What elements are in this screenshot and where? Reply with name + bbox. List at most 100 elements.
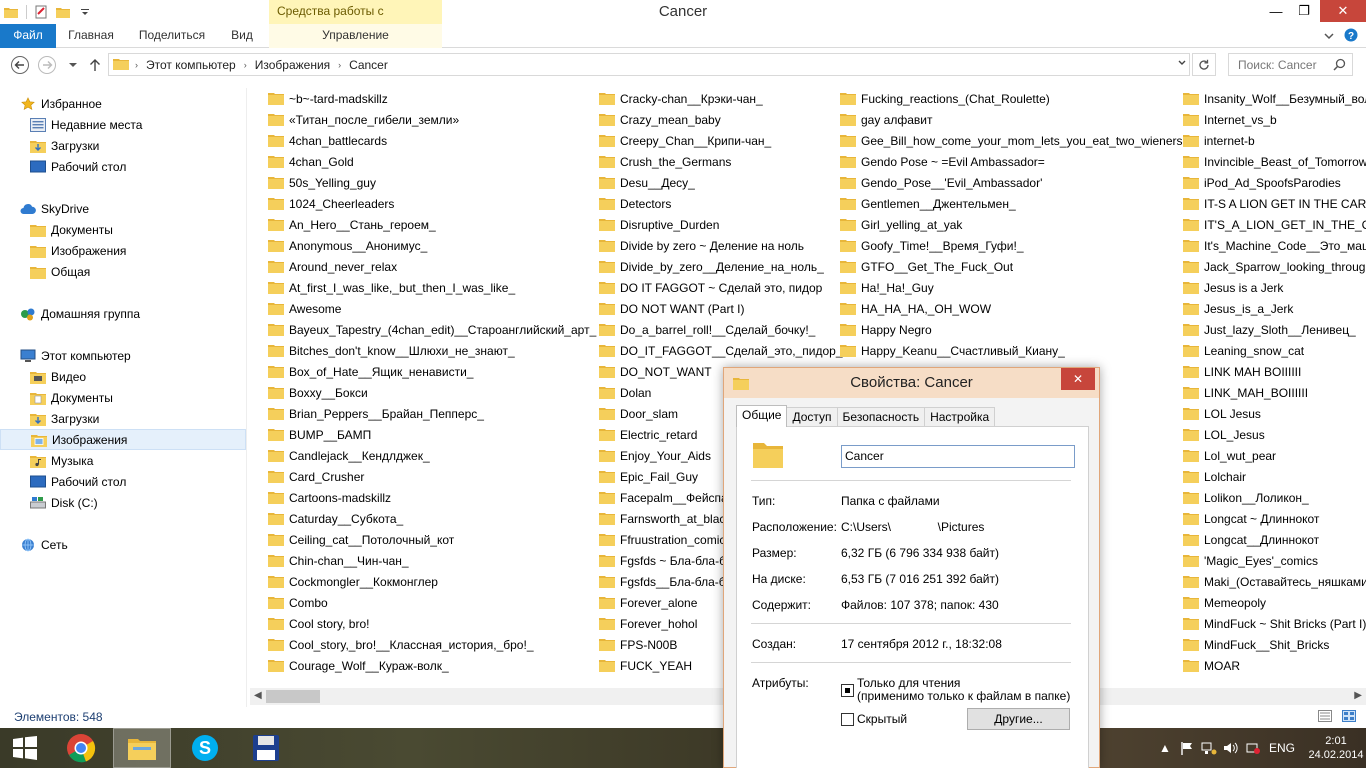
folder-item[interactable]: Around_never_relax: [268, 256, 608, 277]
folder-item[interactable]: Jesus_is_a_Jerk: [1183, 298, 1366, 319]
other-attributes-button[interactable]: Другие...: [967, 708, 1070, 730]
nav-videos[interactable]: Видео: [30, 366, 86, 387]
folder-item[interactable]: «Титан_после_гибели_земли»: [268, 109, 608, 130]
breadcrumb-pictures[interactable]: Изображения: [249, 58, 336, 72]
nav-downloads[interactable]: Загрузки: [30, 135, 99, 156]
folder-item[interactable]: Bitches_don't_know__Шлюхи_не_знают_: [268, 340, 608, 361]
folder-item[interactable]: ~b~-tard-madskillz: [268, 88, 608, 109]
details-view-icon[interactable]: [1318, 710, 1332, 725]
folder-item[interactable]: Cockmongler__Кокмонглер: [268, 571, 608, 592]
folder-item[interactable]: Invincible_Beast_of_Tomorrow: [1183, 151, 1366, 172]
folder-item[interactable]: Jesus is a Jerk: [1183, 277, 1366, 298]
nav-documents[interactable]: Документы: [30, 387, 113, 408]
tab-security[interactable]: Безопасность: [836, 407, 926, 427]
language-indicator[interactable]: ENG: [1264, 741, 1300, 755]
action-center-flag-icon[interactable]: [1176, 741, 1198, 755]
folder-item[interactable]: Longcat__Длиннокот: [1183, 529, 1366, 550]
new-folder-icon[interactable]: [52, 1, 74, 23]
forward-button[interactable]: [36, 54, 58, 76]
taskbar-explorer[interactable]: [113, 728, 171, 768]
nav-desktop[interactable]: Рабочий стол: [30, 156, 126, 177]
show-hidden-icons-icon[interactable]: ▲: [1154, 741, 1176, 755]
folder-item[interactable]: Lolchair: [1183, 466, 1366, 487]
folder-item[interactable]: Internet_vs_b: [1183, 109, 1366, 130]
search-box[interactable]: Поиск: Cancer: [1228, 53, 1353, 76]
folder-item[interactable]: LINK MAH BOIIIIII: [1183, 361, 1366, 382]
folder-item[interactable]: Lol_wut_pear: [1183, 445, 1366, 466]
folder-item[interactable]: Courage_Wolf__Кураж-волк_: [268, 655, 608, 676]
nav-favorites[interactable]: Избранное: [20, 93, 102, 114]
folder-item[interactable]: Goofy_Time!__Время_Гуфи!_: [840, 235, 1180, 256]
folder-item[interactable]: Boxxy__Бокси: [268, 382, 608, 403]
nav-downloads-pc[interactable]: Загрузки: [30, 408, 99, 429]
folder-item[interactable]: Lolikon__Лоликон_: [1183, 487, 1366, 508]
folder-item[interactable]: 1024_Cheerleaders: [268, 193, 608, 214]
nav-skydrive-public[interactable]: Общая: [30, 261, 90, 282]
nav-disk-c[interactable]: Disk (C:): [30, 492, 98, 513]
taskbar-save-app[interactable]: [237, 728, 295, 768]
tab-general[interactable]: Общие: [736, 405, 788, 427]
nav-homegroup[interactable]: Домашняя группа: [20, 303, 140, 324]
tab-manage[interactable]: Управление: [269, 24, 442, 48]
expand-ribbon-icon[interactable]: [1324, 29, 1334, 43]
folder-name-field[interactable]: Cancer: [841, 445, 1075, 468]
folder-icon[interactable]: [0, 1, 22, 23]
folder-item[interactable]: Card_Crusher: [268, 466, 608, 487]
folder-item[interactable]: Awesome: [268, 298, 608, 319]
folder-item[interactable]: Gendo_Pose__'Evil_Ambassador': [840, 172, 1180, 193]
taskbar-skype[interactable]: S: [176, 728, 234, 768]
folder-item[interactable]: HA_HA_HA,_OH_WOW: [840, 298, 1180, 319]
large-icons-view-icon[interactable]: [1342, 710, 1356, 725]
clock[interactable]: 2:01 24.02.2014: [1306, 734, 1366, 762]
folder-item[interactable]: Gendo Pose ~ =Evil Ambassador=: [840, 151, 1180, 172]
folder-item[interactable]: Anonymous__Анонимус_: [268, 235, 608, 256]
folder-item[interactable]: Happy_Keanu__Счастливый_Киану_: [840, 340, 1180, 361]
folder-item[interactable]: It's_Machine_Code__Это_маши: [1183, 235, 1366, 256]
chevron-right-icon[interactable]: ›: [336, 60, 343, 70]
folder-item[interactable]: Combo: [268, 592, 608, 613]
folder-item[interactable]: Girl_yelling_at_yak: [840, 214, 1180, 235]
folder-item[interactable]: gay алфавит: [840, 109, 1180, 130]
folder-item[interactable]: Ceiling_cat__Потолочный_кот: [268, 529, 608, 550]
chevron-right-icon[interactable]: ›: [242, 60, 249, 70]
tab-share[interactable]: Поделиться: [132, 24, 212, 48]
folder-item[interactable]: Happy Negro: [840, 319, 1180, 340]
up-button[interactable]: [84, 54, 106, 76]
folder-item[interactable]: BUMP__БАМП: [268, 424, 608, 445]
folder-item[interactable]: Cartoons-madskillz: [268, 487, 608, 508]
folder-item[interactable]: Jack_Sparrow_looking_through_: [1183, 256, 1366, 277]
nav-desktop-pc[interactable]: Рабочий стол: [30, 471, 126, 492]
folder-item[interactable]: Ha!_Ha!_Guy: [840, 277, 1180, 298]
scroll-left-icon[interactable]: ◀: [254, 690, 262, 701]
power-tray-icon[interactable]: [1242, 741, 1264, 755]
folder-item[interactable]: Maki_(Оставайтесь_няшками): [1183, 571, 1366, 592]
folder-item[interactable]: Gentlemen__Джентельмен_: [840, 193, 1180, 214]
refresh-button[interactable]: [1192, 53, 1216, 76]
maximize-button[interactable]: ❐: [1290, 0, 1318, 22]
folder-item[interactable]: Just_lazy_Sloth__Ленивец_: [1183, 319, 1366, 340]
search-icon[interactable]: [1333, 58, 1346, 74]
nav-skydrive-documents[interactable]: Документы: [30, 219, 113, 240]
folder-item[interactable]: Leaning_snow_cat: [1183, 340, 1366, 361]
folder-item[interactable]: 4chan_Gold: [268, 151, 608, 172]
scroll-right-icon[interactable]: ▶: [1354, 690, 1362, 701]
dialog-close-button[interactable]: ✕: [1061, 368, 1095, 390]
breadcrumb-cancer[interactable]: Cancer: [343, 58, 394, 72]
scrollbar-thumb[interactable]: [266, 690, 320, 703]
nav-skydrive-pictures[interactable]: Изображения: [30, 240, 126, 261]
folder-item[interactable]: LOL_Jesus: [1183, 424, 1366, 445]
tab-sharing[interactable]: Доступ: [786, 407, 838, 427]
network-tray-icon[interactable]: [1198, 741, 1220, 755]
folder-item[interactable]: internet-b: [1183, 130, 1366, 151]
tab-customize[interactable]: Настройка: [924, 407, 996, 427]
folder-item[interactable]: Chin-chan__Чин-чан_: [268, 550, 608, 571]
nav-music[interactable]: Музыка: [30, 450, 93, 471]
folder-item[interactable]: Bayeux_Tapestry_(4chan_edit)__Староангли…: [268, 319, 608, 340]
folder-item[interactable]: Fucking_reactions_(Chat_Roulette): [840, 88, 1180, 109]
folder-item[interactable]: 'Magic_Eyes'_comics: [1183, 550, 1366, 571]
folder-item[interactable]: IT'S_A_LION_GET_IN_THE_CAR!: [1183, 214, 1366, 235]
nav-pictures[interactable]: Изображения: [0, 429, 246, 450]
folder-item[interactable]: Cool story, bro!: [268, 613, 608, 634]
start-button[interactable]: [0, 728, 50, 768]
nav-this-pc[interactable]: Этот компьютер: [20, 345, 131, 366]
